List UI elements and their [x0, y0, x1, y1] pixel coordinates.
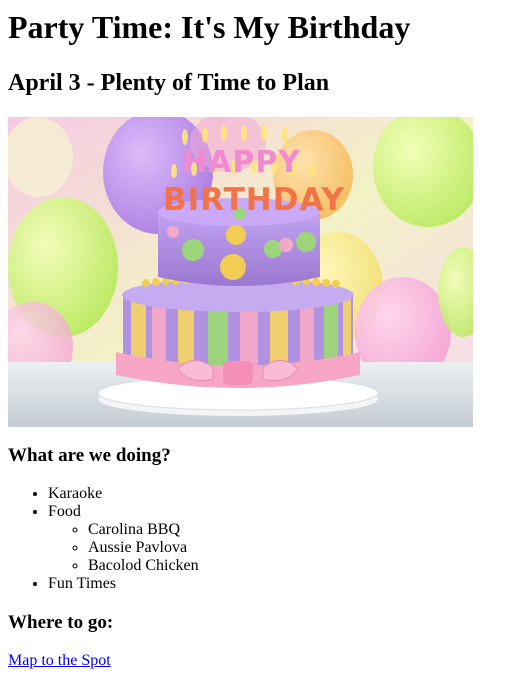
page-content: Party Time: It's My Birthday April 3 - P…	[8, 0, 498, 670]
activities-list: Karaoke Food Carolina BBQ Aussie Pavlova…	[8, 485, 498, 593]
cake-text-happy: HAPPY	[182, 145, 301, 180]
location-heading: Where to go:	[8, 612, 114, 633]
birthday-cake-image: HAPPY BIRTHDAY	[8, 117, 473, 427]
cake-text-birthday: BIRTHDAY	[163, 182, 345, 218]
food-list: Carolina BBQ Aussie Pavlova Bacolod Chic…	[48, 521, 498, 575]
food-item-bacolod-chicken: Bacolod Chicken	[88, 557, 498, 575]
page-subtitle: April 3 - Plenty of Time to Plan	[8, 70, 330, 96]
list-item-food: Food Carolina BBQ Aussie Pavlova Bacolod…	[48, 503, 498, 575]
food-item-aussie-pavlova: Aussie Pavlova	[88, 539, 498, 557]
page-title: Party Time: It's My Birthday	[8, 9, 411, 45]
food-item-carolina-bbq: Carolina BBQ	[88, 521, 498, 539]
list-item-food-label: Food	[48, 503, 81, 520]
list-item-fun-times: Fun Times	[48, 575, 498, 593]
list-item-karaoke: Karaoke	[48, 485, 498, 503]
map-link[interactable]: Map to the Spot	[8, 652, 111, 670]
activities-heading: What are we doing?	[8, 445, 171, 466]
